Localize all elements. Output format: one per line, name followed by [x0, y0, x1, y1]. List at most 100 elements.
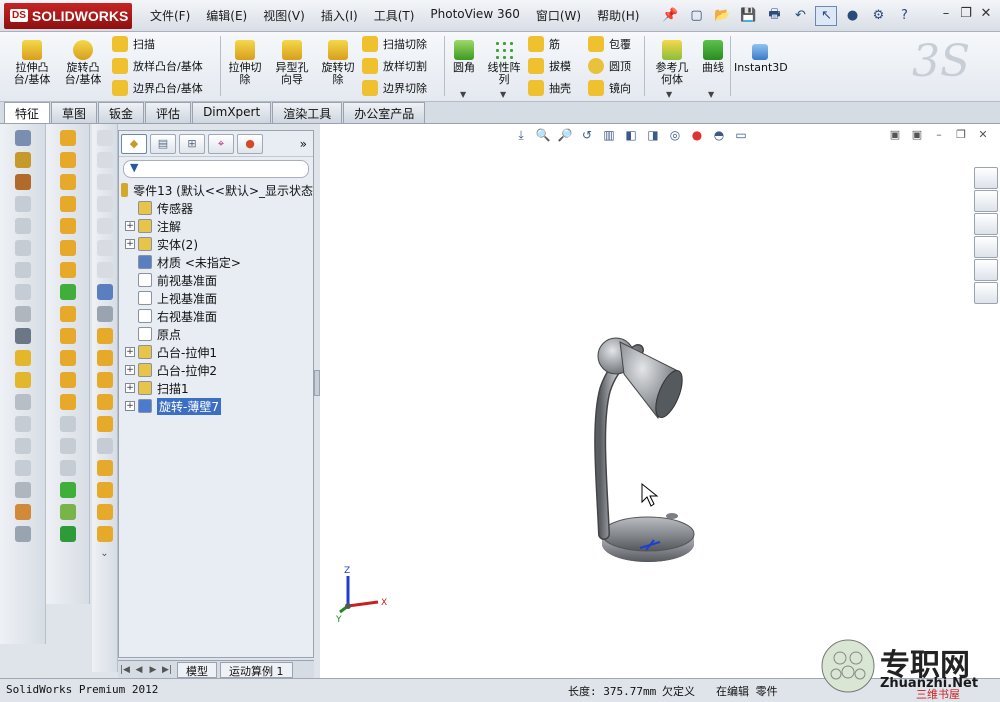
boundary-cut-button[interactable]: 边界切除 — [362, 78, 427, 98]
reference-geometry-button[interactable]: 参考几 何体 — [650, 40, 694, 86]
refgeom-dropdown-icon[interactable]: ▼ — [666, 90, 672, 99]
tree-node[interactable]: + 实体(2) — [119, 235, 313, 253]
sweep-button[interactable]: 扫描 — [112, 34, 155, 54]
tool-icon[interactable] — [14, 438, 31, 454]
tree-node[interactable]: 前视基准面 — [119, 271, 313, 289]
tool-icon[interactable] — [59, 350, 76, 366]
tool-icon[interactable] — [96, 504, 113, 520]
menu-view[interactable]: 视图(V) — [255, 7, 313, 24]
revolve-boss-button[interactable]: 旋转凸 台/基体 — [60, 40, 106, 86]
tool-icon[interactable] — [14, 526, 31, 542]
tree-node[interactable]: + 凸台-拉伸2 — [119, 361, 313, 379]
tool-icon[interactable] — [96, 240, 113, 256]
tool-icon[interactable] — [14, 174, 31, 190]
tool-icon[interactable] — [14, 130, 31, 146]
select-arrow-icon[interactable]: ↖ — [815, 5, 838, 26]
tool-icon[interactable] — [96, 152, 113, 168]
tool-icon[interactable] — [96, 438, 113, 454]
tab-evaluate[interactable]: 评估 — [145, 102, 192, 123]
help-icon[interactable]: ? — [893, 6, 915, 26]
tool-icon[interactable] — [14, 460, 31, 476]
fillet-dropdown-icon[interactable]: ▼ — [460, 90, 466, 99]
tool-icon[interactable] — [59, 284, 76, 300]
tool-icon[interactable] — [96, 350, 113, 366]
tab-render-tools[interactable]: 渲染工具 — [272, 102, 343, 123]
menu-photoview[interactable]: PhotoView 360 — [422, 7, 527, 24]
expand-icon[interactable]: + — [125, 239, 135, 249]
menu-edit[interactable]: 编辑(E) — [198, 7, 255, 24]
tool-icon[interactable] — [14, 152, 31, 168]
tool-icon[interactable] — [59, 372, 76, 388]
traffic-light-icon[interactable]: ● — [841, 6, 863, 26]
hole-wizard-button[interactable]: 异型孔 向导 — [270, 40, 314, 86]
tool-icon[interactable] — [96, 372, 113, 388]
graphics-area[interactable]: ⤓ 🔍 🔎 ↺ ▥ ◧ ◨ ◎ ● ◓ ▭ ▣ ▣ – ❐ ✕ Z X Y — [320, 124, 1000, 678]
tool-icon[interactable] — [59, 504, 76, 520]
tool-icon[interactable] — [96, 526, 113, 542]
tool-icon[interactable] — [96, 460, 113, 476]
restore-icon[interactable]: ❐ — [956, 6, 976, 21]
tree-node[interactable]: 上视基准面 — [119, 289, 313, 307]
tool-icon[interactable] — [59, 416, 76, 432]
first-tab-icon[interactable]: |◀ — [118, 665, 132, 675]
menu-insert[interactable]: 插入(I) — [313, 7, 366, 24]
tool-icon[interactable] — [59, 196, 76, 212]
swept-cut-button[interactable]: 扫描切除 — [362, 34, 427, 54]
tool-icon[interactable] — [14, 482, 31, 498]
feature-manager-tab[interactable]: ◆ — [121, 133, 147, 154]
tool-icon[interactable] — [96, 482, 113, 498]
menu-file[interactable]: 文件(F) — [142, 7, 198, 24]
tool-icon[interactable] — [59, 460, 76, 476]
tool-icon[interactable] — [59, 262, 76, 278]
draft-button[interactable]: 拔模 — [528, 56, 571, 76]
tree-filter-input[interactable]: ▼ — [123, 160, 309, 178]
dome-button[interactable]: 圆顶 — [588, 56, 631, 76]
tool-icon[interactable] — [14, 372, 31, 388]
extrude-boss-button[interactable]: 拉伸凸 台/基体 — [10, 40, 54, 86]
tool-icon[interactable] — [59, 328, 76, 344]
revolve-cut-button[interactable]: 旋转切 除 — [316, 40, 360, 86]
display-manager-tab[interactable]: ● — [237, 133, 263, 154]
tool-icon[interactable] — [96, 196, 113, 212]
lofted-cut-button[interactable]: 放样切割 — [362, 56, 427, 76]
tool-icon[interactable] — [96, 174, 113, 190]
tool-icon[interactable] — [59, 240, 76, 256]
tab-sketch[interactable]: 草图 — [51, 102, 98, 123]
tree-node[interactable]: + 扫描1 — [119, 379, 313, 397]
expand-icon[interactable]: + — [125, 347, 135, 357]
curves-dropdown-icon[interactable]: ▼ — [708, 90, 714, 99]
pattern-dropdown-icon[interactable]: ▼ — [500, 90, 506, 99]
tool-icon[interactable] — [96, 306, 113, 322]
print-icon[interactable]: 🖶 — [763, 6, 785, 26]
options-gear-icon[interactable]: ⚙ — [867, 6, 889, 26]
tree-node[interactable]: 材质 <未指定> — [119, 253, 313, 271]
tool-icon[interactable] — [59, 174, 76, 190]
loft-boss-button[interactable]: 放样凸台/基体 — [112, 56, 203, 76]
tree-node[interactable]: + 旋转-薄壁7 — [119, 397, 313, 415]
tool-icon[interactable] — [14, 240, 31, 256]
tool-icon[interactable] — [14, 218, 31, 234]
prev-tab-icon[interactable]: ◀ — [132, 665, 146, 675]
tool-icon[interactable] — [14, 262, 31, 278]
tool-icon[interactable] — [96, 416, 113, 432]
tool-icon[interactable] — [96, 394, 113, 410]
dimxpert-manager-tab[interactable]: ⌖ — [208, 133, 234, 154]
tree-node[interactable]: + 注解 — [119, 217, 313, 235]
tree-node[interactable]: + 凸台-拉伸1 — [119, 343, 313, 361]
undo-icon[interactable]: ↶ — [789, 6, 811, 26]
tool-icon[interactable] — [96, 262, 113, 278]
shell-button[interactable]: 抽壳 — [528, 78, 571, 98]
tool-icon[interactable] — [96, 130, 113, 146]
tab-features[interactable]: 特征 — [4, 102, 51, 123]
tool-icon[interactable] — [14, 328, 31, 344]
tool-icon[interactable] — [14, 504, 31, 520]
tool-icon[interactable] — [96, 328, 113, 344]
property-manager-tab[interactable]: ▤ — [150, 133, 176, 154]
configuration-manager-tab[interactable]: ⊞ — [179, 133, 205, 154]
tool-icon[interactable] — [14, 394, 31, 410]
linear-pattern-button[interactable]: 线性阵 列 — [484, 40, 524, 86]
menu-window[interactable]: 窗口(W) — [528, 7, 589, 24]
tree-node[interactable]: 传感器 — [119, 199, 313, 217]
fillet-button[interactable]: 圆角 — [450, 40, 478, 74]
close-icon[interactable]: ✕ — [976, 6, 996, 21]
